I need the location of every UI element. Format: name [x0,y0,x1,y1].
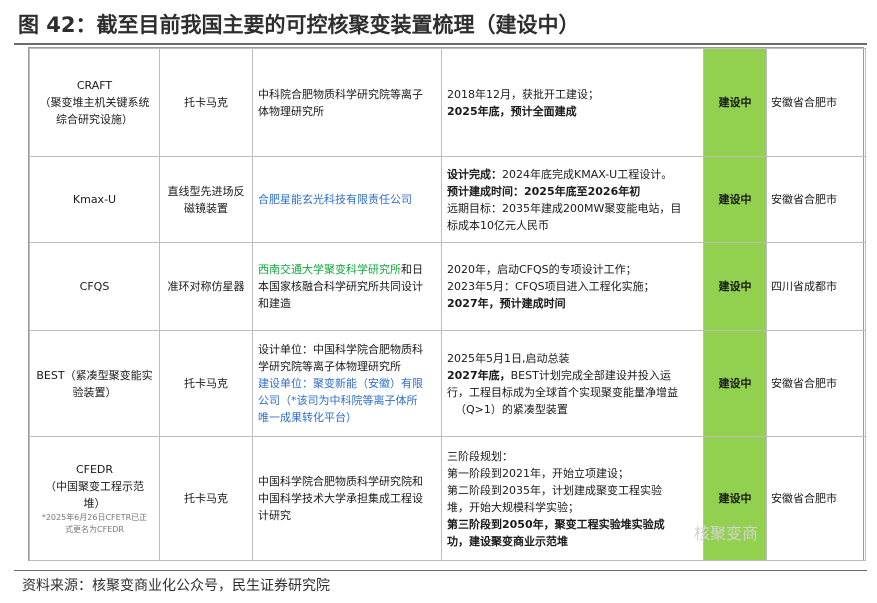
device-type-cell: 准环对称仿星器 [159,242,253,331]
device-type: 托卡马克 [184,492,228,505]
unit-highlight: 西南交通大学聚变科学研究所 [258,263,401,276]
device-progress-cell: 2018年12月，获批开工建设； 2025年底，预计全面建成 [441,48,704,157]
device-type-cell: 托卡马克 [159,330,253,437]
device-progress-cell: 2020年，启动CFQS的专项设计工作； 2023年5月：CFQS项目进入工程化… [441,242,704,331]
progress-line: 堆，开始大规模科学实验； [447,500,579,514]
progress-line: 第一阶段到2021年，开始立项建设； [447,466,629,480]
device-location: 安徽省合肥市 [766,436,866,561]
unit-line: 中国科学技术大学承担集成工程设 [258,492,423,505]
device-unit-cell: 中科院合肥物质科学研究院等离子 体物理研究所 [252,48,442,157]
unit-text: 和日 [401,263,423,276]
progress-line: 2027年，预计建成时间 [447,297,566,310]
device-location: 安徽省合肥市 [766,48,866,157]
device-type: 托卡马克 [184,377,228,390]
device-progress-cell: 设计完成：2024年底完成KMAX-U工程设计。 预计建成时间：2025年底至2… [441,156,704,243]
table-row-best: BEST（紧凑型聚变能实 验装置） 托卡马克 设计单位：中国科学院合肥物质科 学… [29,330,866,437]
figure-title: 图 42：截至目前我国主要的可控核聚变装置梳理（建设中） [18,13,580,37]
device-type: 托卡马克 [184,96,228,109]
table-row-cfqs: CFQS 准环对称仿星器 西南交通大学聚变科学研究所和日 本国家核融合科学研究所… [29,242,866,331]
progress-line: 设计完成：2024年底完成KMAX-U工程设计。 [447,166,698,183]
progress-line: 2018年12月，获批开工建设； [447,87,599,101]
device-type-cell: 直线型先进场反 磁镜装置 [159,156,253,243]
unit-line: 学研究院等离子体物理研究所 [258,360,401,373]
device-name-cell: CFEDR （中国聚变工程示范 堆） *2025年6月26日CFETR已正 式更… [29,436,160,561]
status-badge: 建设中 [703,436,767,561]
device-fullname-line: 验装置） [72,385,117,399]
status-badge: 建设中 [703,330,767,437]
device-fullname-line: 综合研究设施） [56,113,133,126]
device-fullname-line: 堆） [83,497,106,510]
unit-line: 本国家核融合科学研究所共同设计 [258,280,423,293]
device-name: CRAFT [76,79,113,92]
table-row-craft: CRAFT （聚变堆主机关键系统 综合研究设施） 托卡马克 中科院合肥物质科学研… [29,48,866,157]
progress-text: 2024年底完成KMAX-U工程设计。 [502,167,673,181]
device-type: 直线型先进场反 [167,184,245,198]
progress-line: 远期目标：2035年建成200MW聚变能电站，目 [447,201,682,215]
status-badge: 建设中 [703,156,767,243]
device-name-cell: CFQS [29,242,160,331]
unit-line: 计研究 [258,509,291,522]
device-unit-cell: 西南交通大学聚变科学研究所和日 本国家核融合科学研究所共同设计 和建造 [252,242,442,331]
status-badge: 建设中 [703,48,767,157]
progress-label: 预计建成时间： [447,184,524,198]
unit-line: 和建造 [258,297,291,310]
device-progress-cell: 2025年5月1日,启动总装 2027年底，BEST计划完成全部建设并投入运 行… [441,330,704,437]
rename-note: 式更名为CFEDR [65,525,124,534]
devices-table: CRAFT （聚变堆主机关键系统 综合研究设施） 托卡马克 中科院合肥物质科学研… [28,47,866,561]
device-location: 安徽省合肥市 [766,330,866,437]
device-unit-cell: 合肥星能玄光科技有限责任公司 [252,156,442,243]
progress-line: 2023年5月：CFQS项目进入工程化实施； [447,280,655,293]
table-row-cfedr: CFEDR （中国聚变工程示范 堆） *2025年6月26日CFETR已正 式更… [29,436,866,561]
status-badge: 建设中 [703,242,767,331]
progress-text: 2025年底至2026年初 [524,184,641,198]
table-row-kmax-u: Kmax-U 直线型先进场反 磁镜装置 合肥星能玄光科技有限责任公司 设计完成：… [29,156,866,243]
device-name-cell: CRAFT （聚变堆主机关键系统 综合研究设施） [29,48,160,157]
device-unit-cell: 中国科学院合肥物质科学研究院和 中国科学技术大学承担集成工程设 计研究 [252,436,442,561]
progress-line: 三阶段规划： [447,449,513,463]
source-note: 资料来源：核聚变商业化公众号，民生证券研究院 [22,578,330,594]
progress-line: 功，建设聚变商业示范堆 [447,534,568,548]
device-fullname-line: （聚变堆主机关键系统 [39,96,150,109]
device-type-cell: 托卡马克 [159,48,253,157]
progress-label: 设计完成： [447,167,502,181]
device-name: CFEDR [75,463,114,476]
title-divider [14,43,867,45]
progress-line: 2020年，启动CFQS的专项设计工作； [447,263,637,276]
unit-line: 设计单位：中国科学院合肥物质科 [258,343,423,356]
progress-line: 预计建成时间：2025年底至2026年初 [447,183,698,200]
device-type-cell: 托卡马克 [159,436,253,561]
unit-line: 体物理研究所 [258,104,324,118]
unit-line: 唯一成果转化平台） [258,411,357,424]
unit-line: 公司（*该司为中科院等离子体所 [258,394,418,407]
device-name: Kmax-U [72,193,117,206]
progress-line: 行，工程目标成为全球首个实现聚变能量净增益 [447,385,678,399]
progress-line: 2025年底，预计全面建成 [447,104,577,118]
progress-line: 第二阶段到2035年，计划建成聚变工程实验 [447,483,662,497]
device-unit-cell: 设计单位：中国科学院合肥物质科 学研究院等离子体物理研究所 建设单位：聚变新能（… [252,330,442,437]
device-location: 四川省成都市 [766,242,866,331]
device-progress-cell: 三阶段规划： 第一阶段到2021年，开始立项建设； 第二阶段到2035年，计划建… [441,436,704,561]
progress-line: 2025年5月1日,启动总装 [447,351,570,365]
device-location: 安徽省合肥市 [766,156,866,243]
unit-line: 中科院合肥物质科学研究院等离子 [258,87,423,101]
device-fullname-line: （中国聚变工程示范 [45,480,144,493]
progress-text: BEST计划完成全部建设并投入运 [510,368,671,382]
device-name: CFQS [79,280,110,293]
rename-note: *2025年6月26日CFETR已正 [41,513,148,522]
progress-line: 第三阶段到2050年，聚变工程实验堆实验成 [447,517,665,531]
unit-line: 西南交通大学聚变科学研究所和日 [258,261,436,278]
progress-line: 2027年底，BEST计划完成全部建设并投入运 [447,367,698,384]
device-name-cell: BEST（紧凑型聚变能实 验装置） [29,330,160,437]
source-divider [14,570,867,571]
progress-label: 2027年底， [447,368,511,382]
progress-line: （Q>1）的紧凑型装置 [455,402,568,416]
device-name-cell: Kmax-U [29,156,160,243]
unit-line: 建设单位：聚变新能（安徽）有限 [258,377,423,390]
device-type: 准环对称仿星器 [167,280,245,293]
progress-line: 标成本10亿元人民币 [447,218,549,232]
device-type: 磁镜装置 [184,201,228,215]
unit-line: 合肥星能玄光科技有限责任公司 [258,193,412,206]
unit-line: 中国科学院合肥物质科学研究院和 [258,475,423,488]
device-name: BEST（紧凑型聚变能实 [36,368,153,382]
